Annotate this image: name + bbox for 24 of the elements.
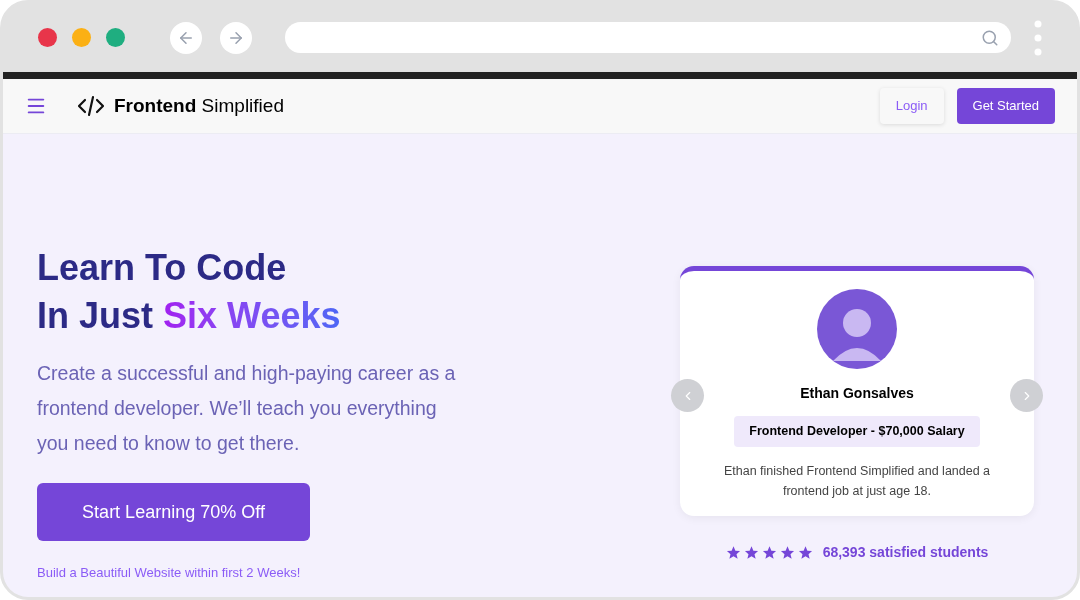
code-icon <box>77 95 105 117</box>
more-options-icon[interactable] <box>1034 19 1042 56</box>
star-icon <box>779 545 795 560</box>
hero-note: Build a Beautiful Website within first 2 Weeks! <box>37 564 302 582</box>
student-name: Ethan Gonsalves <box>800 384 914 403</box>
back-button[interactable] <box>170 21 202 54</box>
previous-button[interactable] <box>671 379 704 412</box>
start-learning-button[interactable]: Start Learning 70% Off <box>37 483 310 541</box>
get-started-button[interactable]: Get Started <box>956 88 1055 124</box>
role-salary-tag: Frontend Developer - $70,000 Salary <box>734 416 980 447</box>
star-icon <box>725 545 741 560</box>
next-button[interactable] <box>1010 379 1043 412</box>
hero-subtitle: Create a successful and high-paying career as a frontend developer. We’ll teach you everything you need to know to get there. <box>37 361 457 456</box>
star-icon <box>761 545 777 560</box>
login-button[interactable]: Login <box>879 88 944 124</box>
star-icon <box>743 545 759 560</box>
brand-name[interactable]: Frontend Simplified <box>114 91 284 121</box>
star-icon <box>797 545 813 560</box>
satisfied-students-count: 68,393 satisfied students <box>822 543 989 562</box>
address-bar[interactable] <box>285 22 1011 53</box>
search-icon <box>981 28 999 47</box>
hero-heading: Learn To Code In Just Six Weeks <box>37 246 342 338</box>
forward-button[interactable] <box>220 21 252 54</box>
testimonial-quote: Ethan finished Frontend Simplified and landed a frontend job at just age 18. <box>722 462 992 500</box>
